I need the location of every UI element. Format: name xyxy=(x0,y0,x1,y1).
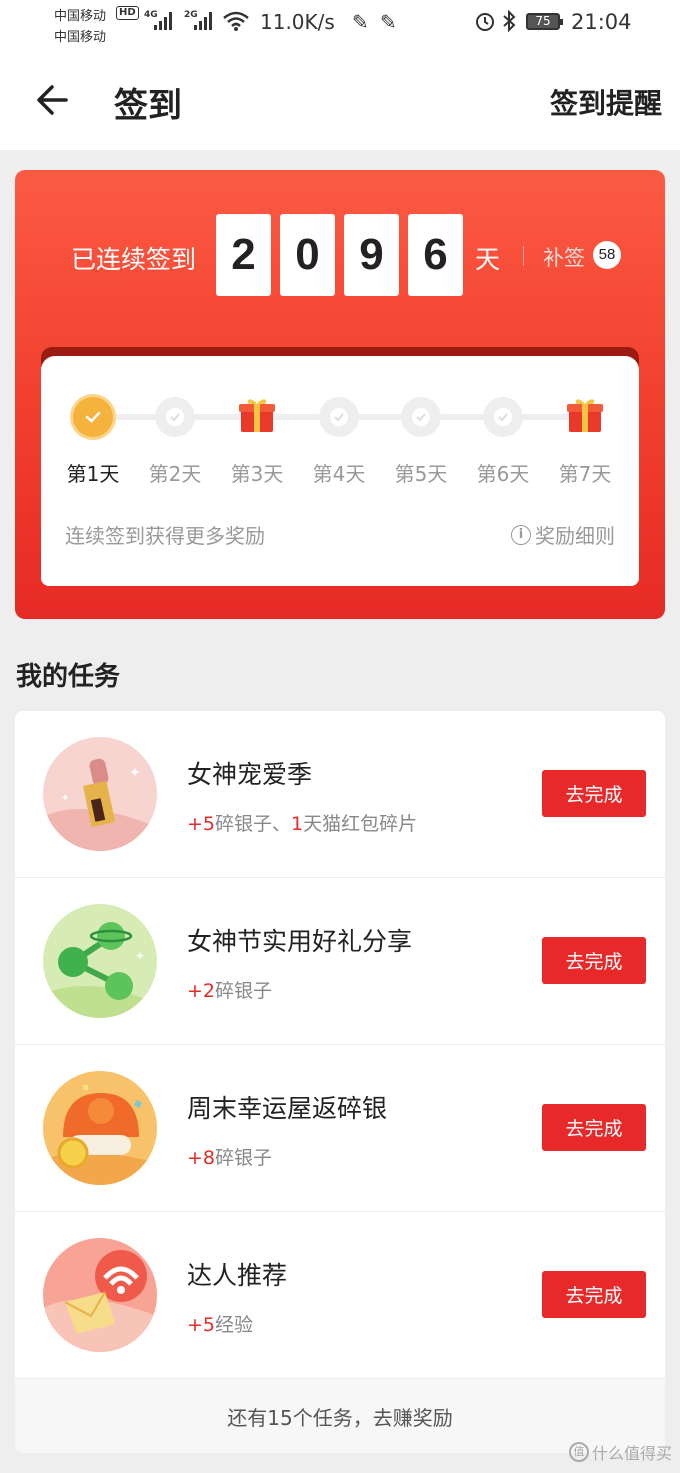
svg-text:✦: ✦ xyxy=(129,765,141,781)
recommend-broadcast-icon xyxy=(43,1238,157,1352)
page-title: 签到 xyxy=(114,86,182,126)
task-title: 女神节实用好礼分享 xyxy=(187,927,413,956)
streak-unit: 天 xyxy=(475,245,501,274)
status-bar: 中国移动 中国移动 HD 4G 2G 11.0K/s ✎ ✎ 75 21:04 xyxy=(0,0,680,50)
day-4-check-icon xyxy=(319,397,359,437)
day-7-gift-icon xyxy=(567,399,603,432)
day-6-check-icon xyxy=(483,397,523,437)
task-reward: +2碎银子 xyxy=(187,980,273,1002)
reward-rules-label: 奖励细则 xyxy=(535,524,615,548)
day-2-check-icon xyxy=(155,397,195,437)
task-row: 达人推荐 +5经验 去完成 xyxy=(15,1212,665,1379)
battery-icon: 75 xyxy=(526,13,563,30)
svg-text:✦: ✦ xyxy=(135,949,145,963)
day-label: 第2天 xyxy=(148,462,202,486)
back-arrow-icon[interactable] xyxy=(30,80,74,120)
alarm-icon xyxy=(476,13,494,31)
streak-digit: 9 xyxy=(344,214,399,296)
task-title: 达人推荐 xyxy=(187,1261,288,1290)
task-reward: +5经验 xyxy=(187,1314,254,1336)
carrier-label-1: 中国移动 xyxy=(54,9,107,24)
task-list: ✦ ✦ 女神宠爱季 +5碎银子、1天猫红包碎片 去完成 ✦ 女神节实用好礼分享 … xyxy=(15,711,665,1453)
day-1-checked-icon xyxy=(73,397,113,437)
wifi-icon xyxy=(223,11,249,31)
info-icon: i xyxy=(511,524,531,545)
streak-digit: 6 xyxy=(408,214,463,296)
day-label: 第7天 xyxy=(558,462,612,486)
task-title: 女神宠爱季 xyxy=(187,760,313,789)
status-time: 21:04 xyxy=(571,10,632,34)
carrier-label-2: 中国移动 xyxy=(54,30,107,45)
divider xyxy=(523,246,524,266)
day-label: 第6天 xyxy=(476,462,530,486)
streak-digit: 2 xyxy=(216,214,271,296)
task-row: 周末幸运屋返碎银 +8碎银子 去完成 xyxy=(15,1045,665,1212)
svg-text:✦: ✦ xyxy=(61,793,69,804)
lipstick-icon: ✦ ✦ xyxy=(43,737,157,851)
task-reward: +5碎银子、1天猫红包碎片 xyxy=(187,813,418,835)
day-5-check-icon xyxy=(401,397,441,437)
checkin-hint: 连续签到获得更多奖励 xyxy=(65,524,265,548)
streak-digit: 0 xyxy=(280,214,335,296)
watermark-logo-icon: 值 xyxy=(568,1442,589,1462)
app-notification-icon: ✎ xyxy=(352,10,369,34)
checkin-reminder-button[interactable]: 签到提醒 xyxy=(550,82,662,122)
checkin-progress-panel: 第1天 第2天 第3天 第4天 第5天 第6天 第7天 连续签到获得更多奖励 i… xyxy=(41,356,639,586)
streak-label: 已连续签到 xyxy=(71,245,197,274)
task-reward: +8碎银子 xyxy=(187,1147,273,1169)
complete-task-button[interactable]: 去完成 xyxy=(542,937,646,984)
lucky-house-icon xyxy=(43,1071,157,1185)
complete-task-button[interactable]: 去完成 xyxy=(542,1104,646,1151)
complete-task-button[interactable]: 去完成 xyxy=(542,770,646,817)
makeup-count-badge: 58 xyxy=(593,241,621,269)
day-label: 第1天 xyxy=(66,462,120,486)
share-icon: ✦ xyxy=(43,904,157,1018)
reward-rules-link[interactable]: i 奖励细则 xyxy=(511,520,615,549)
bluetooth-icon xyxy=(503,10,516,32)
day-label: 第4天 xyxy=(312,462,366,486)
app-notification-icon: ✎ xyxy=(380,10,397,34)
day-label: 第5天 xyxy=(394,462,448,486)
tasks-section-title: 我的任务 xyxy=(16,662,121,692)
task-title: 周末幸运屋返碎银 xyxy=(187,1094,388,1123)
day-label: 第3天 xyxy=(230,462,284,486)
task-row: ✦ ✦ 女神宠爱季 +5碎银子、1天猫红包碎片 去完成 xyxy=(15,711,665,878)
more-tasks-link[interactable]: 还有15个任务，去赚奖励 xyxy=(15,1379,665,1453)
hd-badge: HD xyxy=(116,6,139,20)
makeup-checkin-button[interactable]: 补签 xyxy=(543,242,585,272)
checkin-card: 已连续签到 2 0 9 6 天 补签 58 第1天 第2天 第3天 第4天 第5… xyxy=(15,170,665,619)
task-row: ✦ 女神节实用好礼分享 +2碎银子 去完成 xyxy=(15,878,665,1045)
watermark: 值 什么值得买 xyxy=(568,1440,672,1464)
network-speed: 11.0K/s xyxy=(260,10,335,34)
day-3-gift-icon xyxy=(239,399,275,432)
watermark-text: 什么值得买 xyxy=(591,1444,672,1463)
complete-task-button[interactable]: 去完成 xyxy=(542,1271,646,1318)
nav-bar: 签到 签到提醒 xyxy=(0,50,680,150)
